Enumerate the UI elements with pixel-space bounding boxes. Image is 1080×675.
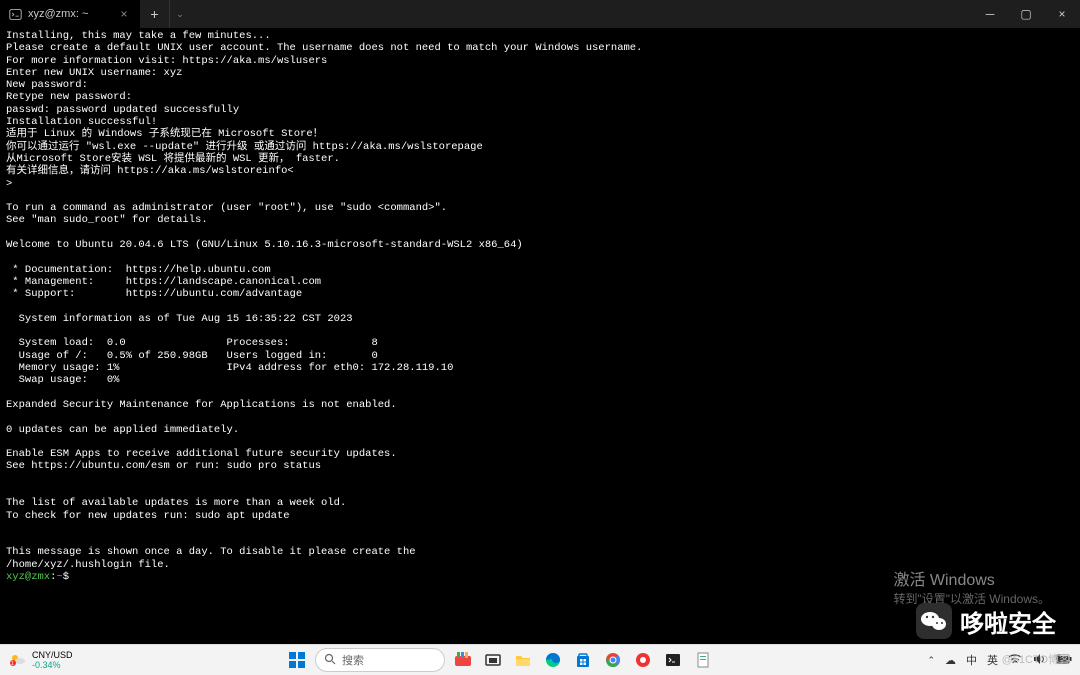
taskbar-left: 1 CNY/USD -0.34% <box>8 650 73 670</box>
battery-icon[interactable] <box>1056 654 1072 667</box>
app-icon-doc[interactable] <box>691 648 715 672</box>
wifi-icon[interactable] <box>1008 652 1022 669</box>
chrome-icon[interactable] <box>601 648 625 672</box>
taskbar-right: ⌃ ☁ 中 英 <box>927 652 1072 669</box>
task-view-icon[interactable] <box>481 648 505 672</box>
tab-title: xyz@zmx: ~ <box>28 8 88 20</box>
minimize-button[interactable]: ─ <box>972 0 1008 28</box>
explorer-icon[interactable] <box>511 648 535 672</box>
stock-change: -0.34% <box>32 660 73 670</box>
stock-widget[interactable]: CNY/USD -0.34% <box>32 650 73 670</box>
stock-label: CNY/USD <box>32 650 73 660</box>
tab-close-button[interactable]: × <box>116 6 132 22</box>
taskbar: 1 CNY/USD -0.34% 搜索 ⌃ ☁ 中 英 <box>0 644 1080 675</box>
tab-active[interactable]: xyz@zmx: ~ × <box>0 0 140 28</box>
edge-icon[interactable] <box>541 648 565 672</box>
volume-icon[interactable] <box>1032 652 1046 669</box>
lang-indicator[interactable]: 英 <box>987 652 998 668</box>
terminal-output[interactable]: Installing, this may take a few minutes.… <box>0 28 1080 644</box>
cloud-icon[interactable]: ☁ <box>945 654 956 667</box>
weather-icon[interactable]: 1 <box>8 650 28 670</box>
terminal-icon <box>8 7 22 21</box>
maximize-button[interactable]: ▢ <box>1008 0 1044 28</box>
tab-dropdown-button[interactable]: ⌄ <box>170 9 190 20</box>
app-icon-1[interactable] <box>451 648 475 672</box>
taskbar-center: 搜索 <box>285 648 715 672</box>
app-icon-red[interactable] <box>631 648 655 672</box>
store-icon[interactable] <box>571 648 595 672</box>
window-close-button[interactable]: × <box>1044 0 1080 28</box>
window-controls: ─ ▢ × <box>972 0 1080 28</box>
tray-chevron-icon[interactable]: ⌃ <box>927 655 935 666</box>
start-button[interactable] <box>285 648 309 672</box>
ime-indicator[interactable]: 中 <box>966 652 977 668</box>
search-box[interactable]: 搜索 <box>315 648 445 672</box>
prompt-user: xyz@zmx <box>6 571 50 583</box>
terminal-taskbar-icon[interactable] <box>661 648 685 672</box>
new-tab-button[interactable]: + <box>140 0 170 28</box>
svg-text:1: 1 <box>11 661 14 667</box>
search-icon <box>324 653 336 668</box>
prompt-end: $ <box>63 571 69 583</box>
search-placeholder: 搜索 <box>342 652 364 668</box>
title-bar: xyz@zmx: ~ × + ⌄ ─ ▢ × <box>0 0 1080 28</box>
